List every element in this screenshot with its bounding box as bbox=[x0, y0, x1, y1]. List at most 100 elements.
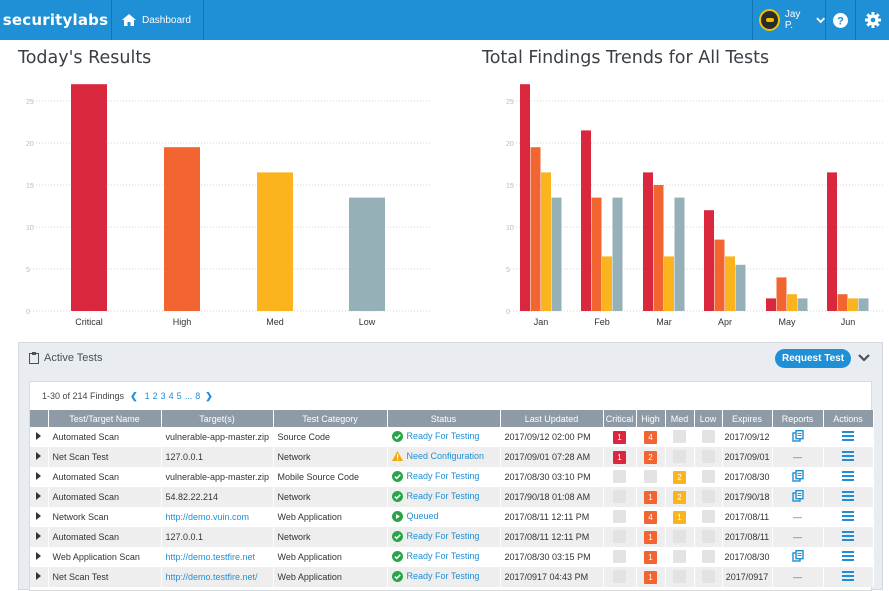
expand-row-icon[interactable] bbox=[36, 492, 42, 500]
expand-row-icon[interactable] bbox=[36, 572, 42, 580]
y-tick-label: 25 bbox=[26, 99, 34, 106]
expand-row-icon[interactable] bbox=[36, 432, 42, 440]
test-target[interactable]: http://demo.testfire.net bbox=[166, 552, 256, 562]
table-row[interactable]: Automated Scan 127.0.0.1 Network Ready For … bbox=[30, 527, 874, 547]
active-tests-panel: Active Tests Request Test 1-30 of 214 Fi… bbox=[18, 342, 883, 591]
page-link[interactable]: 5 bbox=[177, 391, 182, 401]
low-empty-badge bbox=[701, 529, 715, 543]
table-row[interactable]: Automated Scan vulnerable-app-master.zip S… bbox=[30, 427, 874, 447]
med-count-badge: 2 bbox=[673, 490, 686, 504]
column-header[interactable]: Critical bbox=[603, 410, 637, 427]
brand-logo[interactable]: securitylabs bbox=[0, 0, 112, 40]
status-label: Need Configuration bbox=[406, 451, 485, 461]
table-row[interactable]: Net Scan Test http://demo.testfire.net/We… bbox=[30, 567, 874, 587]
chevron-right-icon[interactable]: ❯ bbox=[205, 391, 213, 402]
nav-dashboard[interactable]: Dashboard bbox=[112, 0, 204, 40]
help-button[interactable]: ? bbox=[826, 0, 856, 40]
page-link[interactable]: 4 bbox=[169, 391, 174, 401]
table-row[interactable]: Net Scan Test 127.0.0.1 Network Need Config… bbox=[30, 447, 874, 467]
status-cell[interactable]: Ready For Testing bbox=[391, 490, 479, 502]
expand-row-icon[interactable] bbox=[36, 552, 42, 560]
status-cell[interactable]: Ready For Testing bbox=[391, 470, 479, 482]
column-header[interactable]: Actions bbox=[823, 410, 874, 427]
column-header[interactable]: Med bbox=[665, 410, 695, 427]
brand-name: securitylabs bbox=[2, 11, 109, 29]
test-category: Network bbox=[277, 532, 311, 542]
test-target[interactable]: http://demo.testfire.net/ bbox=[166, 572, 258, 582]
y-tick-label: 20 bbox=[26, 141, 34, 148]
column-header[interactable]: Expires bbox=[722, 410, 773, 427]
high-empty-badge bbox=[644, 469, 657, 483]
bar-mar-1 bbox=[653, 185, 664, 311]
chevron-down-icon[interactable] bbox=[857, 351, 871, 365]
last-updated: 2017/0917 04:43 PM bbox=[504, 572, 589, 582]
chevron-left-icon[interactable]: ❮ bbox=[130, 391, 138, 402]
actions-menu-icon[interactable] bbox=[842, 531, 854, 541]
expand-row-icon[interactable] bbox=[36, 532, 42, 540]
bar-med bbox=[257, 172, 293, 311]
tests-table: Test/Target Name Target(s) Test Category St… bbox=[30, 410, 874, 587]
y-tick-label: 5 bbox=[26, 267, 30, 274]
status-cell[interactable]: Need Configuration bbox=[391, 451, 485, 461]
check-circle-icon bbox=[391, 550, 403, 562]
table-row[interactable]: Web Application Scan http://demo.testfire… bbox=[30, 547, 874, 567]
settings-button[interactable] bbox=[857, 0, 889, 40]
bar-jun-2 bbox=[848, 298, 858, 311]
column-header[interactable]: Test/Target Name bbox=[48, 410, 162, 427]
status-label: Queued bbox=[406, 511, 439, 521]
column-header[interactable]: High bbox=[636, 410, 666, 427]
page-link[interactable]: 8 bbox=[195, 391, 200, 401]
column-header[interactable]: Reports bbox=[772, 410, 824, 427]
low-empty-badge bbox=[701, 429, 715, 443]
critical-empty-badge bbox=[613, 489, 626, 503]
last-updated: 2017/08/11 12:11 PM bbox=[504, 512, 590, 522]
column-header[interactable]: Test Category bbox=[273, 410, 388, 427]
status-cell[interactable]: Ready For Testing bbox=[391, 530, 479, 542]
reports-icon[interactable] bbox=[791, 549, 804, 562]
actions-menu-icon[interactable] bbox=[842, 451, 854, 461]
status-label: Ready For Testing bbox=[406, 431, 480, 441]
med-count-badge: 1 bbox=[673, 510, 686, 524]
table-row[interactable]: Automated Scan vulnerable-app-master.zip M… bbox=[30, 467, 874, 487]
status-cell[interactable]: Ready For Testing bbox=[391, 430, 480, 442]
y-tick-label: 5 bbox=[506, 267, 510, 274]
actions-menu-icon[interactable] bbox=[842, 571, 854, 581]
page-link[interactable]: 3 bbox=[161, 391, 166, 401]
test-name: Automated Scan bbox=[52, 472, 120, 482]
column-header[interactable]: Status bbox=[387, 410, 501, 427]
bar-mar-2 bbox=[664, 256, 674, 311]
table-row[interactable]: Network Scan http://demo.vuin.com Web Appl… bbox=[30, 507, 874, 527]
column-header[interactable]: Last Updated bbox=[500, 410, 604, 427]
reports-icon[interactable] bbox=[791, 489, 804, 502]
reports-icon[interactable] bbox=[791, 469, 804, 482]
expand-row-icon[interactable] bbox=[36, 512, 42, 520]
play-icon bbox=[391, 510, 403, 522]
no-report: — bbox=[793, 532, 802, 542]
svg-text:?: ? bbox=[837, 15, 844, 27]
expires-date: 2017/08/11 bbox=[724, 532, 770, 542]
actions-menu-icon[interactable] bbox=[842, 511, 854, 521]
reports-icon[interactable] bbox=[791, 429, 804, 442]
top-navigation-bar: securitylabs Dashboard Jay P. ? bbox=[0, 0, 889, 40]
test-target[interactable]: http://demo.vuin.com bbox=[166, 512, 250, 522]
bar-mar-3 bbox=[674, 197, 685, 311]
column-header[interactable]: Target(s) bbox=[161, 410, 274, 427]
column-header[interactable]: Low bbox=[694, 410, 723, 427]
actions-menu-icon[interactable] bbox=[842, 471, 854, 481]
status-cell[interactable]: Queued bbox=[391, 510, 439, 522]
clipboard-icon bbox=[29, 352, 39, 364]
table-row[interactable]: Automated Scan 54.82.22.214 Network Ready F… bbox=[30, 487, 874, 507]
page-link[interactable]: 1 bbox=[145, 391, 150, 401]
test-name: Automated Scan bbox=[52, 532, 120, 542]
test-target: vulnerable-app-master.zip bbox=[165, 432, 270, 442]
actions-menu-icon[interactable] bbox=[842, 551, 854, 561]
actions-menu-icon[interactable] bbox=[842, 491, 854, 501]
page-link[interactable]: 2 bbox=[153, 391, 158, 401]
user-menu[interactable]: Jay P. bbox=[752, 0, 826, 40]
request-test-button[interactable]: Request Test bbox=[775, 349, 851, 368]
status-cell[interactable]: Ready For Testing bbox=[391, 570, 479, 582]
actions-menu-icon[interactable] bbox=[842, 431, 854, 441]
expand-row-icon[interactable] bbox=[36, 452, 42, 460]
expand-row-icon[interactable] bbox=[36, 472, 42, 480]
status-cell[interactable]: Ready For Testing bbox=[391, 550, 479, 562]
